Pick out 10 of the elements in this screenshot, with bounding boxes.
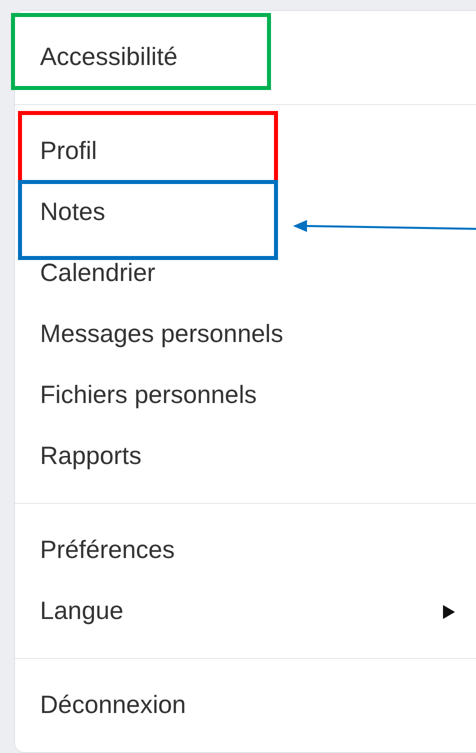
menu-item[interactable]: Déconnexion: [40, 691, 455, 720]
menu-item[interactable]: Calendrier: [40, 259, 455, 288]
menu-item[interactable]: Notes: [40, 198, 455, 227]
menu-item[interactable]: Messages personnels: [40, 320, 455, 349]
menu-item[interactable]: Accessibilité: [40, 43, 455, 72]
menu-item[interactable]: Rapports: [40, 442, 455, 471]
menu-item[interactable]: Profil: [40, 137, 455, 166]
menu-item[interactable]: Fichiers personnels: [40, 381, 455, 410]
menu-item[interactable]: Préférences: [40, 536, 455, 565]
menu-item[interactable]: Langue: [40, 597, 443, 626]
